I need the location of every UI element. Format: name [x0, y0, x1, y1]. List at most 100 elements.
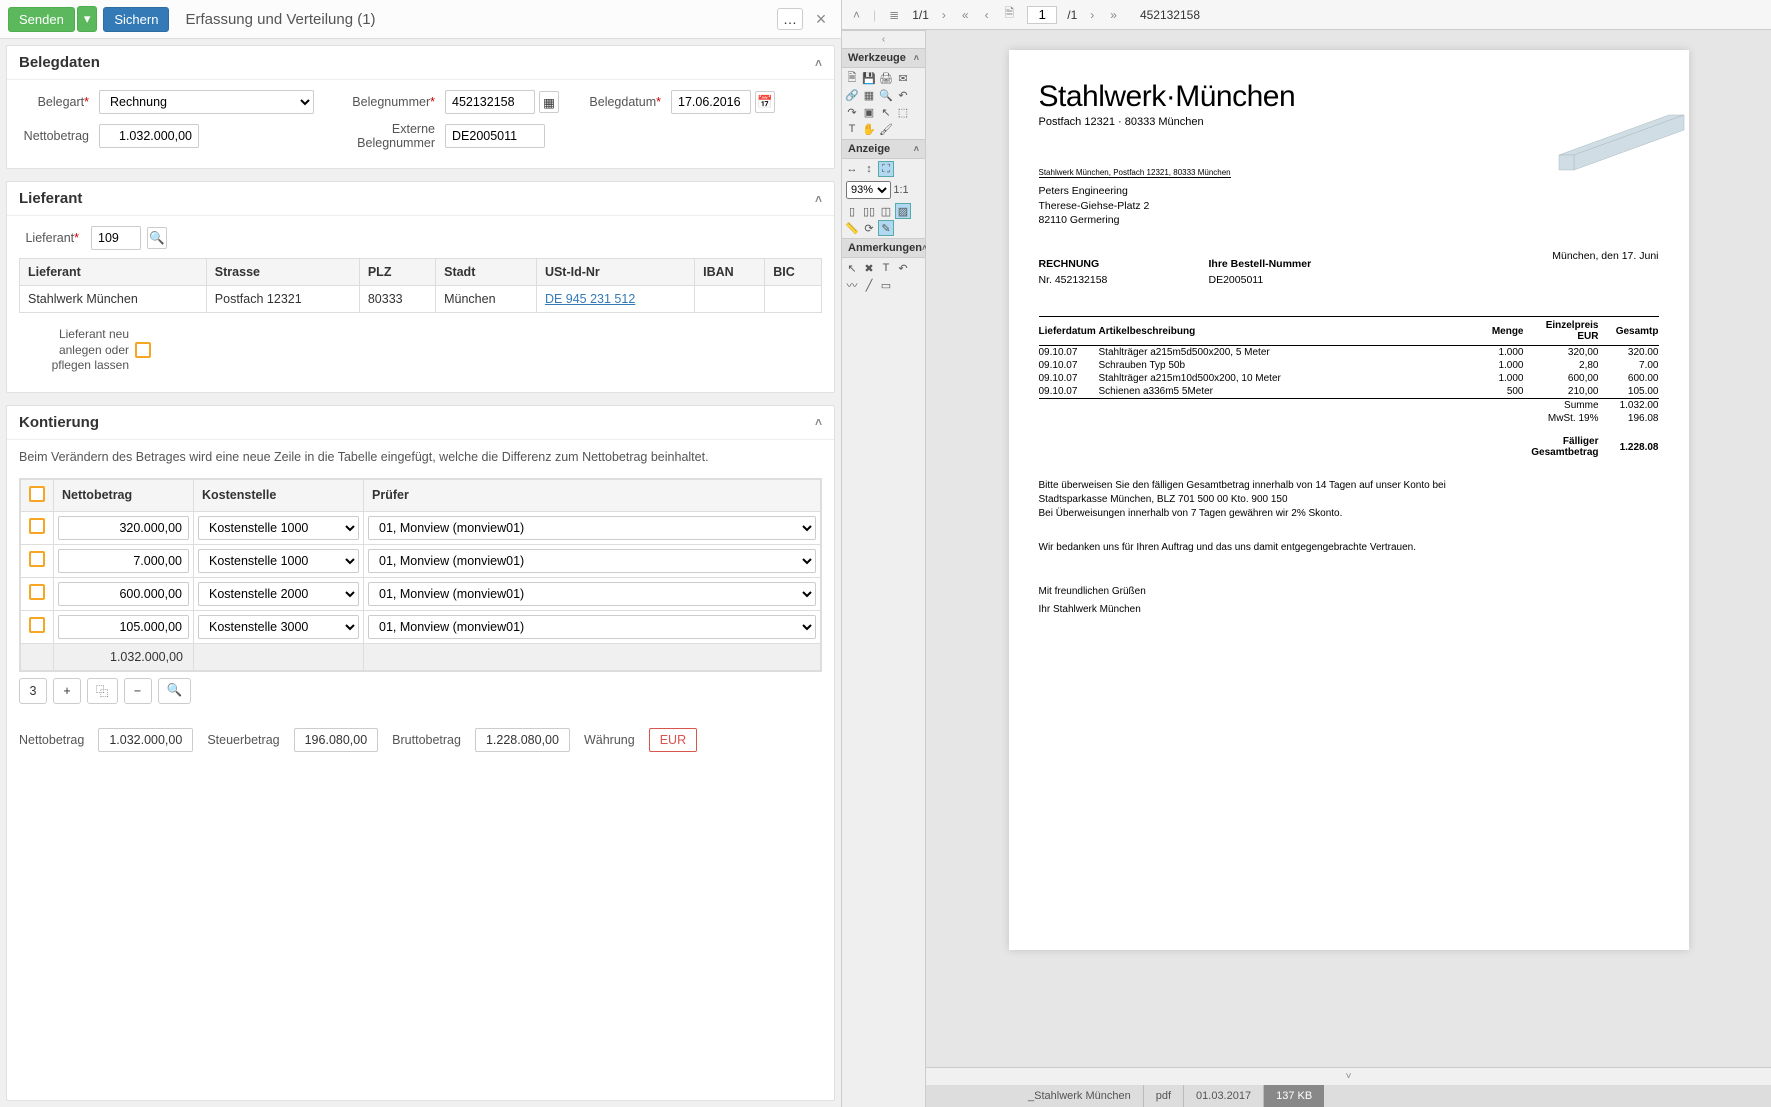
- brush-icon[interactable]: 🖌: [878, 121, 894, 137]
- zoom-icon[interactable]: 🔍: [878, 87, 894, 103]
- document-canvas[interactable]: Stahlwerk·München Postfach 12321 · 80333…: [926, 30, 1771, 1107]
- two-page-icon[interactable]: ◫: [878, 203, 894, 219]
- send-button[interactable]: Senden: [8, 7, 75, 32]
- fit-height-icon[interactable]: ↕: [861, 161, 877, 177]
- steuer-value: 196.080,00: [294, 728, 379, 752]
- amount-input[interactable]: [58, 582, 189, 606]
- belegart-select[interactable]: Rechnung: [99, 90, 314, 114]
- panel-anzeige[interactable]: Anzeige˄: [842, 139, 925, 159]
- table-row[interactable]: Stahlwerk München Postfach 12321 80333 M…: [20, 286, 822, 313]
- page-next-icon[interactable]: ›: [1087, 8, 1097, 22]
- save-button[interactable]: Sichern: [103, 7, 169, 32]
- nettobetrag-label: Nettobetrag: [19, 129, 89, 143]
- row-checkbox[interactable]: [29, 518, 45, 534]
- arrow-icon[interactable]: ↖: [844, 260, 860, 276]
- select-all-checkbox[interactable]: [29, 486, 45, 502]
- add-row-button[interactable]: +: [53, 678, 81, 704]
- new-supplier-checkbox[interactable]: [135, 342, 151, 358]
- collapse-left-icon[interactable]: ‹: [842, 30, 925, 48]
- panel-anmerkungen[interactable]: Anmerkungen˄: [842, 238, 925, 258]
- copy-row-button[interactable]: ⿻: [87, 678, 118, 704]
- send-dropdown[interactable]: ▾: [77, 6, 98, 32]
- edit-icon[interactable]: ✎: [878, 220, 894, 236]
- remove-row-button[interactable]: −: [124, 678, 152, 704]
- page-first-icon[interactable]: «: [959, 8, 972, 22]
- rotate-left-icon[interactable]: ↶: [895, 87, 911, 103]
- zoom-select[interactable]: 93%: [846, 181, 891, 199]
- single-page-icon[interactable]: ▯: [844, 203, 860, 219]
- hand-icon[interactable]: ✋: [861, 121, 877, 137]
- close-button[interactable]: ×: [809, 7, 833, 31]
- row-checkbox[interactable]: [29, 617, 45, 633]
- stack-icon[interactable]: ≣: [886, 8, 902, 22]
- cell-ustid-link[interactable]: DE 945 231 512: [545, 292, 635, 306]
- amount-input[interactable]: [58, 549, 189, 573]
- kostenstelle-select[interactable]: Kostenstelle 1000: [198, 549, 359, 573]
- kostenstelle-select[interactable]: Kostenstelle 3000: [198, 615, 359, 639]
- link-icon[interactable]: 🔗: [844, 87, 860, 103]
- zoom-1to1-icon[interactable]: 1:1: [893, 182, 909, 198]
- fit-page-icon[interactable]: ⛶: [878, 161, 894, 177]
- kostenstelle-select[interactable]: Kostenstelle 1000: [198, 516, 359, 540]
- highlight-icon[interactable]: ▨: [895, 203, 911, 219]
- line-icon[interactable]: ╱: [861, 277, 877, 293]
- section-title: Belegdaten: [19, 54, 100, 71]
- collapse-down-icon[interactable]: ˅: [926, 1067, 1771, 1085]
- pointer-icon[interactable]: ↖: [878, 104, 894, 120]
- clear-icon[interactable]: ✖: [861, 260, 877, 276]
- rotate-right-icon[interactable]: ↷: [844, 104, 860, 120]
- stack-next-icon[interactable]: ›: [939, 8, 949, 22]
- section-kontierung: Kontierung ˄ Beim Verändern des Betrages…: [6, 405, 835, 1101]
- pruefer-select[interactable]: 01, Monview (monview01): [368, 549, 816, 573]
- fit-width-icon[interactable]: ↔: [844, 161, 860, 177]
- print-icon[interactable]: 🖨: [878, 70, 894, 86]
- kontierung-toolbar: 3 + ⿻ − 🔍: [19, 678, 822, 704]
- waehrung-value[interactable]: EUR: [649, 728, 697, 752]
- search-row-button[interactable]: 🔍: [158, 678, 192, 704]
- rect-icon[interactable]: ▭: [878, 277, 894, 293]
- pruefer-select[interactable]: 01, Monview (monview01): [368, 582, 816, 606]
- page-last-icon[interactable]: »: [1107, 8, 1120, 22]
- select-icon[interactable]: ⬚: [895, 104, 911, 120]
- crop-icon[interactable]: ▣: [861, 104, 877, 120]
- open-icon[interactable]: 🗎: [844, 70, 860, 86]
- row-checkbox[interactable]: [29, 551, 45, 567]
- lieferant-input[interactable]: [91, 226, 141, 250]
- pruefer-select[interactable]: 01, Monview (monview01): [368, 516, 816, 540]
- section-belegdaten-header[interactable]: Belegdaten ˄: [7, 46, 834, 80]
- nav-up-icon[interactable]: ˄: [850, 8, 863, 22]
- row-checkbox[interactable]: [29, 584, 45, 600]
- search-icon[interactable]: 🔍: [147, 227, 167, 249]
- nettobetrag-input[interactable]: [99, 124, 199, 148]
- pruefer-select[interactable]: 01, Monview (monview01): [368, 615, 816, 639]
- number-picker-icon[interactable]: ▦: [539, 91, 559, 113]
- cell-iban: [695, 286, 765, 313]
- belegdatum-input[interactable]: [671, 90, 751, 114]
- kostenstelle-select[interactable]: Kostenstelle 2000: [198, 582, 359, 606]
- panel-werkzeuge[interactable]: Werkzeuge˄: [842, 48, 925, 68]
- chevron-up-icon: ˄: [815, 192, 822, 206]
- calendar-icon[interactable]: 📅: [755, 91, 775, 113]
- more-menu-button[interactable]: …: [777, 8, 803, 30]
- mail-icon[interactable]: ✉: [895, 70, 911, 86]
- save-icon[interactable]: 💾: [861, 70, 877, 86]
- undo-annot-icon[interactable]: ↶: [895, 260, 911, 276]
- page-prev-icon[interactable]: ‹: [982, 8, 992, 22]
- grid-icon[interactable]: ▦: [861, 87, 877, 103]
- section-belegdaten: Belegdaten ˄ Belegart* Rechnung Belegnum…: [6, 45, 835, 169]
- cont-page-icon[interactable]: ▯▯: [861, 203, 877, 219]
- brutto-label: Bruttobetrag: [392, 733, 461, 747]
- belegnummer-label: Belegnummer*: [325, 95, 435, 109]
- amount-input[interactable]: [58, 516, 189, 540]
- freehand-icon[interactable]: 〰: [844, 277, 860, 293]
- refresh-icon[interactable]: ⟳: [861, 220, 877, 236]
- ruler-icon[interactable]: 📏: [844, 220, 860, 236]
- amount-input[interactable]: [58, 615, 189, 639]
- section-kontierung-header[interactable]: Kontierung ˄: [7, 406, 834, 440]
- belegnummer-input[interactable]: [445, 90, 535, 114]
- text-annot-icon[interactable]: T: [878, 260, 894, 276]
- page-input[interactable]: [1027, 6, 1057, 24]
- text-select-icon[interactable]: T: [844, 121, 860, 137]
- externe-input[interactable]: [445, 124, 545, 148]
- section-lieferant-header[interactable]: Lieferant ˄: [7, 182, 834, 216]
